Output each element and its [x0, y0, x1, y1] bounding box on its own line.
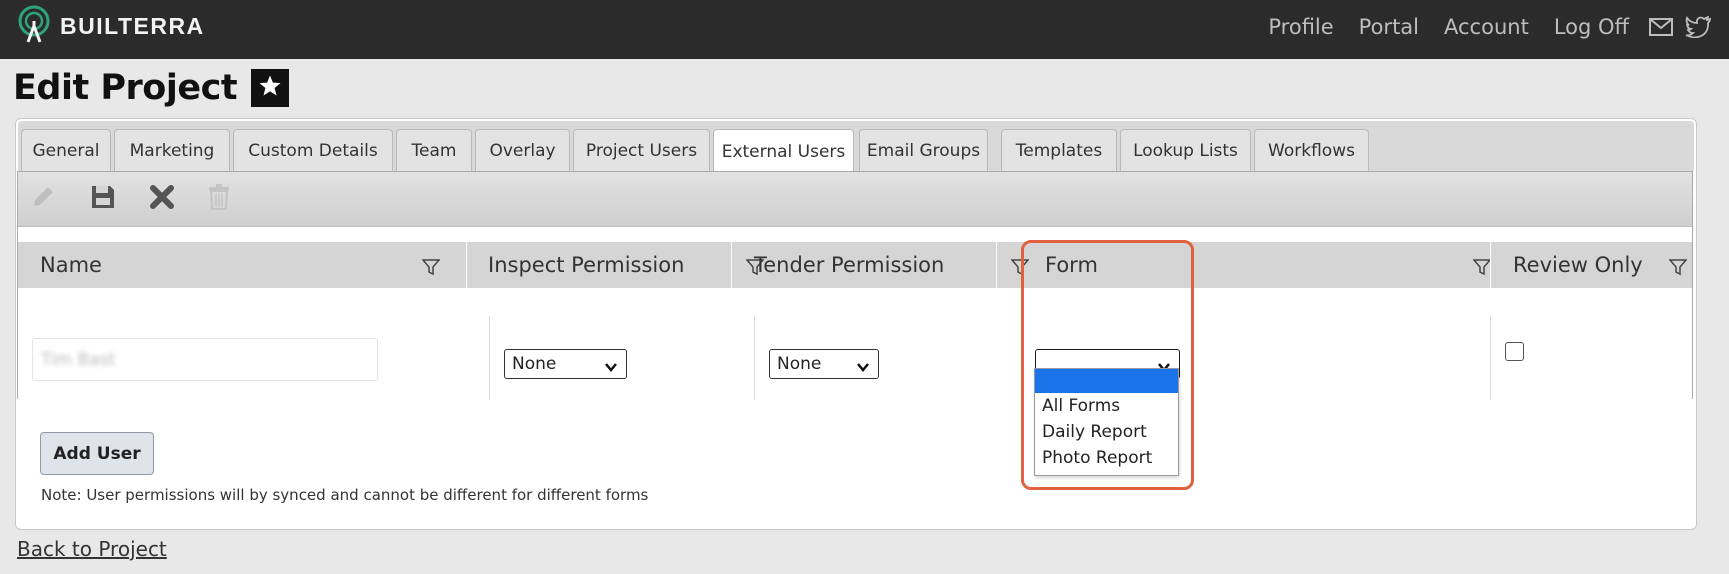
delete-button[interactable]	[204, 184, 234, 214]
dropdown-option-blank[interactable]	[1035, 369, 1178, 393]
column-header-inspect-permission[interactable]: Inspect Permission	[488, 242, 765, 288]
table-row: Tim Bast None None	[18, 288, 1692, 400]
column-divider	[1490, 242, 1491, 288]
tab-team[interactable]: Team	[396, 129, 472, 171]
grid-toolbar	[18, 172, 1692, 227]
dropdown-option-daily-report[interactable]: Daily Report	[1035, 419, 1178, 445]
save-button[interactable]	[88, 184, 118, 214]
brand-name: BUILTERRA	[60, 12, 205, 39]
tab-templates[interactable]: Templates	[1001, 129, 1117, 171]
name-value: Tim Bast	[41, 349, 116, 370]
tab-custom-details[interactable]: Custom Details	[233, 129, 393, 171]
column-divider	[466, 242, 467, 288]
tab-project-users[interactable]: Project Users	[573, 129, 710, 171]
chevron-down-icon	[604, 358, 618, 378]
edit-icon	[30, 184, 56, 214]
tab-overlay[interactable]: Overlay	[475, 129, 570, 171]
nav-log-off[interactable]: Log Off	[1554, 15, 1629, 39]
tab-email-groups[interactable]: Email Groups	[859, 129, 988, 171]
column-divider	[489, 316, 490, 400]
page-title-area: Edit Project	[13, 66, 290, 110]
nav-profile[interactable]: Profile	[1268, 15, 1333, 39]
column-divider	[754, 316, 755, 400]
tab-lookup-lists[interactable]: Lookup Lists	[1120, 129, 1251, 171]
grid-header: Name Inspect Permission Tender Permissio…	[18, 242, 1692, 288]
filter-icon[interactable]	[1472, 258, 1492, 280]
cancel-icon	[149, 184, 175, 214]
column-header-form[interactable]: Form	[1045, 242, 1492, 288]
inspect-permission-select[interactable]: None	[504, 349, 627, 379]
column-label-inspect-permission: Inspect Permission	[488, 253, 685, 277]
tab-external-users[interactable]: External Users	[713, 129, 854, 174]
inspect-permission-value: None	[512, 354, 557, 374]
name-field[interactable]: Tim Bast	[32, 338, 378, 381]
brand[interactable]: BUILTERRA	[16, 4, 205, 48]
add-user-button[interactable]: Add User	[40, 432, 154, 475]
tab-workflows[interactable]: Workflows	[1254, 129, 1369, 171]
nav-portal[interactable]: Portal	[1359, 15, 1419, 39]
column-label-form: Form	[1045, 253, 1098, 277]
star-icon	[258, 74, 282, 102]
save-icon	[90, 184, 116, 214]
tab-marketing[interactable]: Marketing	[114, 129, 230, 171]
filter-icon[interactable]	[421, 258, 441, 280]
nav-account[interactable]: Account	[1444, 15, 1529, 39]
dropdown-option-all-forms[interactable]: All Forms	[1035, 393, 1178, 419]
tab-strip: General Marketing Custom Details Team Ov…	[18, 121, 1694, 174]
top-bar: BUILTERRA Profile Portal Account Log Off	[0, 0, 1729, 59]
column-label-name: Name	[40, 253, 102, 277]
tender-permission-value: None	[777, 354, 822, 374]
builterra-logo-icon	[16, 4, 52, 48]
tab-general[interactable]: General	[21, 129, 111, 171]
filter-icon[interactable]	[1668, 258, 1688, 280]
chevron-down-icon	[856, 358, 870, 378]
column-divider	[1490, 316, 1491, 400]
edit-project-panel: General Marketing Custom Details Team Ov…	[15, 118, 1697, 530]
edit-button[interactable]	[28, 184, 58, 214]
back-to-project-link[interactable]: Back to Project	[17, 537, 167, 561]
twitter-icon[interactable]	[1685, 16, 1711, 38]
column-divider	[996, 242, 997, 288]
form-dropdown-list: All Forms Daily Report Photo Report	[1034, 368, 1179, 476]
delete-icon	[208, 184, 230, 214]
column-header-name[interactable]: Name	[40, 242, 445, 288]
top-nav: Profile Portal Account Log Off	[1268, 0, 1711, 54]
dropdown-option-photo-report[interactable]: Photo Report	[1035, 445, 1178, 471]
column-label-review-only: Review Only	[1513, 253, 1643, 277]
permissions-note: Note: User permissions will by synced an…	[41, 486, 649, 504]
column-header-review-only[interactable]: Review Only	[1513, 242, 1688, 288]
review-only-checkbox[interactable]	[1505, 342, 1524, 361]
page-title: Edit Project	[13, 68, 238, 108]
filter-icon[interactable]	[1010, 258, 1030, 280]
mail-icon[interactable]	[1649, 18, 1673, 36]
column-divider	[731, 242, 732, 288]
external-users-grid: Name Inspect Permission Tender Permissio…	[17, 171, 1693, 400]
favorite-button[interactable]	[251, 69, 290, 107]
column-header-tender-permission[interactable]: Tender Permission	[754, 242, 1030, 288]
cancel-button[interactable]	[147, 184, 177, 214]
column-label-tender-permission: Tender Permission	[754, 253, 945, 277]
tender-permission-select[interactable]: None	[769, 349, 879, 379]
